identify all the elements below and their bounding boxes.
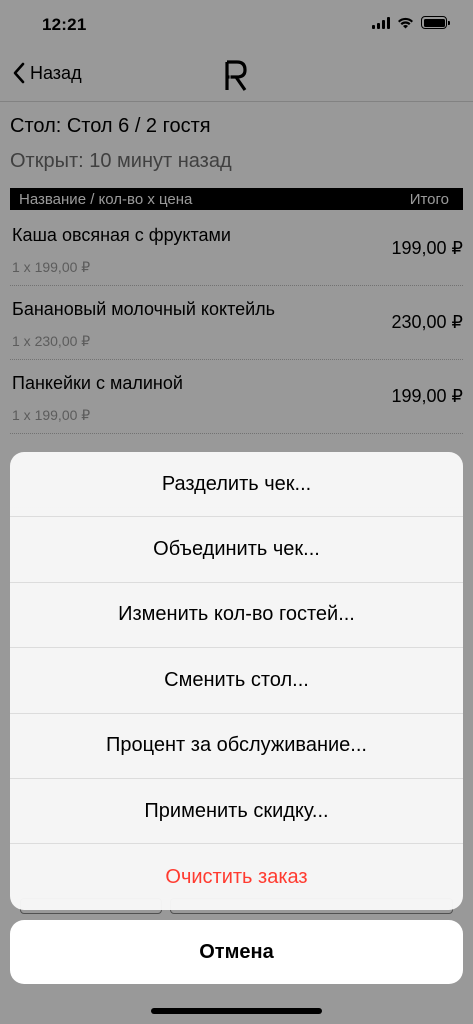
change-guests-button[interactable]: Изменить кол-во гостей... <box>10 583 463 649</box>
change-table-button[interactable]: Сменить стол... <box>10 648 463 714</box>
clear-order-button[interactable]: Очистить заказ <box>10 844 463 909</box>
apply-discount-button[interactable]: Применить скидку... <box>10 779 463 845</box>
home-indicator[interactable] <box>151 1008 322 1014</box>
split-check-button[interactable]: Разделить чек... <box>10 452 463 518</box>
merge-check-button[interactable]: Объединить чек... <box>10 517 463 583</box>
service-percent-button[interactable]: Процент за обслуживание... <box>10 714 463 779</box>
action-sheet: Разделить чек... Объединить чек... Измен… <box>10 452 463 910</box>
order-screen: 12:21 Назад Стол: Стол 6 / 2 гостя Откры… <box>0 0 473 1024</box>
cancel-button[interactable]: Отмена <box>10 920 463 984</box>
